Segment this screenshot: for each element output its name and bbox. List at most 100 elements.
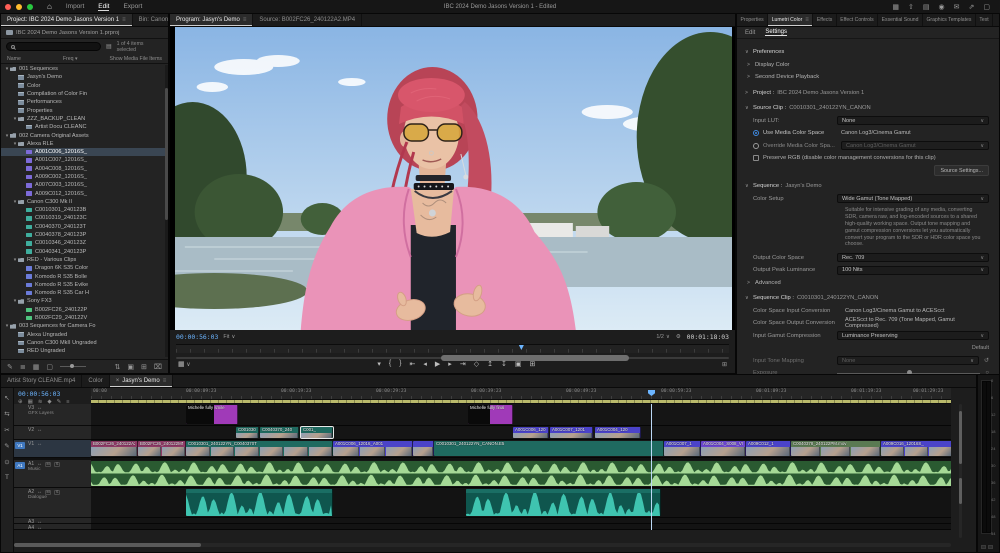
export-settings-icon[interactable]: ⊞: [722, 361, 727, 368]
bin-item-c0040370-240123t[interactable]: C0040370_240123T: [1, 223, 165, 231]
bin-item-color[interactable]: Color: [1, 82, 165, 90]
sort-icon[interactable]: ⇅: [115, 363, 121, 371]
track-header-v1[interactable]: V1V1↔: [14, 440, 91, 458]
timeline-clip-c001[interactable]: C001_: [301, 427, 333, 438]
twirl-down-icon[interactable]: ▾: [4, 66, 10, 72]
minimize-window-button[interactable]: [16, 4, 22, 10]
bin-item-c0010301-240123b[interactable]: C0010301_240123B: [1, 206, 165, 214]
tab-source-b002fc26-240122a2-mp4[interactable]: Source: B002FC26_240122A2.MP4: [253, 14, 362, 26]
bin-item-c0010319-240123c[interactable]: C0010319_240123C: [1, 214, 165, 222]
bin-item-alexa-rle[interactable]: ▾Alexa RLE: [1, 140, 165, 148]
tab-artist-story-cleane-mp4[interactable]: Artist Story CLEANE.mp4: [1, 375, 82, 387]
step-back-button[interactable]: ◂: [423, 360, 427, 368]
track-header-a2[interactable]: A2↔MSDialogue: [14, 488, 91, 518]
twirl-down-icon[interactable]: ▾: [4, 133, 10, 139]
mark-in-button[interactable]: {: [389, 360, 391, 368]
twirl-down-icon[interactable]: ▾: [12, 141, 18, 147]
delete-icon[interactable]: ⌧: [154, 363, 162, 371]
timeline-clip-a009c012-1[interactable]: A009C012_1: [746, 441, 791, 456]
tab-lumetri-color[interactable]: Lumetri Color≡: [768, 14, 813, 26]
twirl-down-icon[interactable]: ▾: [12, 199, 18, 205]
track-lane-a4[interactable]: [91, 524, 951, 530]
twirl-down-icon[interactable]: ▾: [12, 116, 18, 122]
new-bin-icon[interactable]: ▣: [127, 363, 134, 371]
timeline-clip-michelle-fully-final[interactable]: Michelle fully final: [468, 405, 513, 424]
tab-project-ibc-2024-demo-jasons-version-1[interactable]: Project: IBC 2024 Demo Jasons Version 1≡: [1, 14, 133, 26]
timeline-clip-segment[interactable]: [91, 461, 951, 486]
subtab-edit[interactable]: Edit: [745, 30, 755, 36]
bin-item-sony-fx3[interactable]: ▾Sony FX3: [1, 297, 165, 305]
type-tool[interactable]: T: [5, 474, 9, 481]
chevron-right-icon[interactable]: >: [747, 280, 755, 286]
hand-tool[interactable]: ⊙: [4, 458, 9, 466]
lift-button[interactable]: ↥: [487, 360, 493, 368]
solo-button[interactable]: S: [54, 490, 60, 495]
dropdown-input-gamut-compression[interactable]: Luminance Preserving∨: [837, 331, 989, 340]
close-icon[interactable]: ×: [116, 378, 120, 384]
timeline-clip-segment[interactable]: [413, 441, 434, 456]
radio-button[interactable]: [753, 130, 759, 136]
pen-tool[interactable]: ✎: [4, 442, 9, 450]
bin-item-b002fc26-240122p[interactable]: B002FC26_240122P: [1, 306, 165, 314]
checkbox[interactable]: [753, 155, 759, 161]
solo-button[interactable]: S: [54, 462, 60, 467]
timeline-clip-c0040370-240[interactable]: C0040370_240: [260, 427, 299, 438]
tab-effects[interactable]: Effects: [813, 14, 836, 26]
timeline-clip-a001c006-120[interactable]: A001C006_120: [513, 427, 549, 438]
bin-item-compilation-of-color-fin[interactable]: Compilation of Color Fin: [1, 90, 165, 98]
chevron-right-icon[interactable]: >: [747, 62, 755, 68]
mark-out-button[interactable]: }: [399, 360, 401, 368]
timeline-clip-a001c004-s008-v01[interactable]: A001C004_S008_V01: [701, 441, 746, 456]
bin-item-komodo-r-s35-car-h[interactable]: Komodo R S35 Car H: [1, 289, 165, 297]
play-button[interactable]: ▶: [435, 360, 440, 368]
bin-item-dragon-6k-s35-color[interactable]: Dragon 6K S35 Color: [1, 264, 165, 272]
track-sync-icon[interactable]: ↔: [37, 441, 42, 447]
bin-item-a001c007-12016s[interactable]: A001C007_12016S_: [1, 156, 165, 164]
bin-item-003-sequences-for-camera-fo[interactable]: ▾003 Sequences for Camera Fo: [1, 322, 165, 330]
bin-item-a007c003-12016s[interactable]: A007C003_12016S_: [1, 181, 165, 189]
new-item-icon[interactable]: ⊞: [141, 363, 147, 371]
close-window-button[interactable]: [5, 4, 11, 10]
search-input[interactable]: [6, 42, 101, 51]
chevron-down-icon[interactable]: ∨: [745, 295, 753, 301]
tab-color[interactable]: Color: [82, 375, 109, 387]
bin-item-canon-c300-mk-ii[interactable]: ▾Canon C300 Mk II: [1, 198, 165, 206]
bin-item-performances[interactable]: Performances: [1, 98, 165, 106]
timeline-clip-segment[interactable]: [466, 489, 661, 516]
dropdown-color-setup[interactable]: Wide Gamut (Tone Mapped)∨: [837, 194, 989, 203]
share-icon[interactable]: ⇧: [908, 3, 914, 11]
bin-item-red-ungraded[interactable]: RED Ungraded: [1, 347, 165, 355]
timeline-clip-segment[interactable]: [186, 489, 333, 516]
timeline-clip-a001c007-1201[interactable]: A001C007_1201: [550, 427, 593, 438]
chevron-down-icon[interactable]: ∨: [745, 183, 753, 189]
panel-menu-icon[interactable]: ≡: [243, 17, 247, 23]
timeline-clip-b002fc26-240122a2yn[interactable]: B002FC26_240122A2YN: [91, 441, 138, 456]
bin-item-canon-c300-mkii-ungraded[interactable]: Canon C300 MkII Ungraded: [1, 339, 165, 347]
track-header-v2[interactable]: V2↔: [14, 426, 91, 440]
freeform-view-icon[interactable]: ▢: [46, 363, 53, 371]
dropdown-output-color-space[interactable]: Rec. 709∨: [837, 253, 989, 262]
track-lane-v1[interactable]: B002FC26_240122A2YNB002FC26_240122MN_C00…: [91, 440, 951, 458]
bin-item-c0040341-240123p[interactable]: C0040341_240123P: [1, 248, 165, 256]
track-lane-a2[interactable]: [91, 488, 951, 518]
project-scrollbar[interactable]: [165, 65, 168, 357]
comparison-view-button[interactable]: ⊞: [529, 360, 535, 368]
menu-export[interactable]: Export: [123, 3, 142, 11]
track-lane-a1[interactable]: [91, 460, 951, 488]
twirl-down-icon[interactable]: ▾: [12, 298, 18, 304]
timeline-playhead[interactable]: [651, 404, 652, 530]
timeline-clip-c0010301-240122yn-canon-e5[interactable]: C0010301_240122YN_CANON.E5: [434, 441, 664, 456]
proxy-toggle-button[interactable]: ◇: [474, 360, 479, 368]
track-header-a4[interactable]: A4↔: [14, 524, 91, 530]
dropdown-input-lut[interactable]: None∨: [837, 116, 989, 125]
timeline-clip-c0040378-240122pm-mov[interactable]: C0040378_240122PM.mov: [791, 441, 881, 456]
source-patch-v1[interactable]: V1: [15, 442, 25, 449]
bin-item-a001c006-12016s[interactable]: A001C006_12016S_: [1, 148, 165, 156]
notifications-icon[interactable]: ▢: [983, 3, 990, 11]
bin-item-komodo-r-s35-evike[interactable]: Komodo R S35 Evike: [1, 281, 165, 289]
timeline-timecode[interactable]: 00:00:56:03: [14, 390, 91, 399]
chevron-down-icon[interactable]: ∨: [745, 105, 753, 111]
source-patch-a1[interactable]: A1: [15, 462, 25, 469]
tab-essential-sound[interactable]: Essential Sound: [878, 14, 923, 26]
panel-menu-icon[interactable]: ≡: [805, 17, 809, 23]
